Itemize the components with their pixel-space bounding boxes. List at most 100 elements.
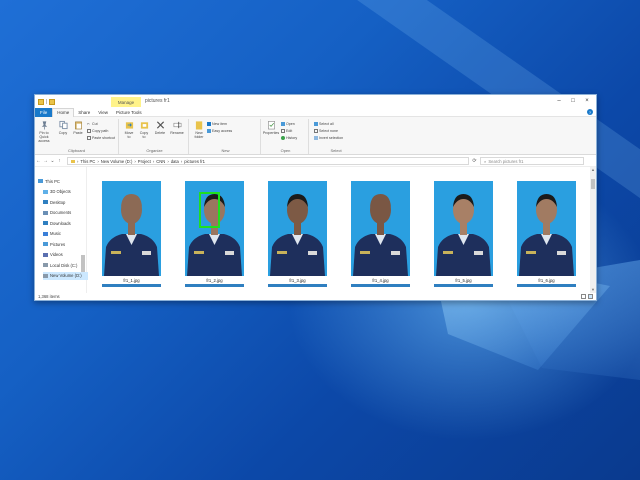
title-bar[interactable]: | Manage pictures fr1 – □ × xyxy=(35,95,596,108)
history-button[interactable]: History xyxy=(281,135,297,140)
breadcrumb-separator[interactable]: › xyxy=(97,159,98,164)
easy-access-label: Easy access xyxy=(212,128,233,133)
ribbon-group-clipboard: Pin to Quick access Copy Paste ✂ Cut Copy… xyxy=(35,119,119,154)
up-arrow-icon[interactable]: ↑ xyxy=(56,157,63,166)
copy-button[interactable]: Copy xyxy=(57,120,69,135)
file-view: fr1_1.jpg fr1_2.jpg fr1_3.jpg fr1_4.jpg fr1_… xyxy=(88,167,596,293)
copy-to-icon xyxy=(140,122,148,129)
file-thumbnail[interactable]: fr1_1.jpg xyxy=(102,181,161,287)
ribbon-group-new: New folder New item Easy access New xyxy=(191,119,261,154)
select-none-icon xyxy=(314,128,318,133)
copy-path-button[interactable]: Copy path xyxy=(87,128,108,133)
scroll-thumb[interactable] xyxy=(591,179,595,189)
recent-chevron-icon[interactable]: ⌄ xyxy=(49,157,56,166)
scroll-up-icon[interactable]: ▲ xyxy=(590,167,596,173)
rename-button[interactable]: Rename xyxy=(170,120,184,135)
move-to-label: Move to xyxy=(124,131,134,139)
history-label: History xyxy=(286,135,298,140)
file-thumbnail[interactable]: fr1_2.jpg xyxy=(185,181,244,287)
tab-share[interactable]: Share xyxy=(74,108,94,117)
nav-item[interactable]: Music xyxy=(43,230,61,238)
refresh-icon[interactable]: ⟳ xyxy=(471,157,478,166)
download-icon xyxy=(43,221,48,225)
file-explorer-window: | Manage pictures fr1 – □ × File Home Sh… xyxy=(34,94,597,301)
nav-item[interactable]: Local Disk (C:) xyxy=(43,261,77,269)
open-button[interactable]: Open xyxy=(281,121,295,126)
large-icons-view-icon[interactable] xyxy=(588,294,593,299)
breadcrumb-item[interactable]: This PC xyxy=(80,159,95,164)
nav-item[interactable]: 3D Objects xyxy=(43,188,71,196)
nav-item[interactable]: Desktop xyxy=(43,198,65,206)
nav-item[interactable]: Downloads xyxy=(43,219,71,227)
breadcrumb-separator[interactable]: › xyxy=(77,159,78,164)
nav-item[interactable]: New Volume (D:) xyxy=(43,271,89,280)
nav-item-label: Local Disk (C:) xyxy=(50,262,78,268)
pin-label: Pin to Quick access xyxy=(38,131,50,143)
nav-item-label: 3D Objects xyxy=(50,189,71,194)
clipboard-icon xyxy=(74,121,82,130)
delete-label: Delete xyxy=(154,131,166,135)
tab-home[interactable]: Home xyxy=(52,107,75,117)
back-arrow-icon[interactable]: ← xyxy=(35,157,42,166)
thumbnail-underline xyxy=(351,284,410,287)
window-controls: – □ × xyxy=(552,96,594,106)
breadcrumb-separator[interactable]: › xyxy=(153,159,154,164)
copy-to-button[interactable]: Copy to xyxy=(138,120,150,139)
maximize-icon[interactable]: □ xyxy=(566,96,580,106)
nav-item[interactable]: Documents xyxy=(43,209,71,217)
breadcrumb-separator[interactable]: › xyxy=(181,159,182,164)
breadcrumb-item[interactable]: New Volume (D:) xyxy=(101,159,133,164)
invert-selection-icon xyxy=(314,135,318,140)
search-input[interactable]: ⌕ Search pictures fr1 xyxy=(480,157,584,165)
move-to-button[interactable]: Move to xyxy=(123,120,135,139)
select-none-label: Select none xyxy=(319,128,338,133)
file-thumbnail[interactable]: fr1_4.jpg xyxy=(351,181,410,287)
open-label: Open xyxy=(286,121,295,126)
ribbon-group-organize: Move to Copy to Delete Rename Organize xyxy=(121,119,189,154)
nav-item[interactable]: Videos xyxy=(43,251,63,259)
easy-access-button[interactable]: Easy access xyxy=(207,128,232,133)
paste-shortcut-button[interactable]: Paste shortcut xyxy=(87,135,115,140)
nav-item-label: Pictures xyxy=(50,241,66,247)
invert-selection-button[interactable]: Invert selection xyxy=(314,135,343,140)
breadcrumb-separator[interactable]: › xyxy=(167,159,168,164)
breadcrumb-item[interactable]: Project xyxy=(138,159,151,164)
breadcrumb-item[interactable]: data xyxy=(171,159,179,164)
nav-item[interactable]: Pictures xyxy=(43,240,65,248)
close-icon[interactable]: × xyxy=(580,96,594,106)
details-view-icon[interactable] xyxy=(581,294,586,299)
select-all-button[interactable]: Select all xyxy=(314,121,334,126)
minimize-icon[interactable]: – xyxy=(552,96,566,106)
delete-button[interactable]: Delete xyxy=(154,120,166,135)
new-group-label: New xyxy=(221,148,230,153)
tab-picture-tools[interactable]: Picture Tools xyxy=(112,108,146,117)
file-thumbnail[interactable]: fr1_5.jpg xyxy=(434,181,493,287)
content-scrollbar[interactable]: ▲ ▼ xyxy=(590,167,596,293)
rename-label: Rename xyxy=(170,131,184,135)
breadcrumb-item[interactable]: pictures fr1 xyxy=(184,159,205,164)
file-thumbnail[interactable]: fr1_3.jpg xyxy=(268,181,327,287)
help-icon[interactable]: ? xyxy=(587,109,593,115)
nav-item-label: New Volume (D:) xyxy=(50,273,82,278)
breadcrumb-item[interactable]: CNN xyxy=(156,159,165,164)
new-item-button[interactable]: New item xyxy=(207,121,227,126)
tab-manage[interactable]: Manage xyxy=(111,97,141,107)
paste-button[interactable]: Paste xyxy=(72,120,84,135)
tab-view[interactable]: View xyxy=(94,108,112,117)
nav-item[interactable]: This PC xyxy=(38,177,60,185)
breadcrumb-separator[interactable]: › xyxy=(134,159,135,164)
new-folder-button[interactable]: New folder xyxy=(193,120,205,139)
tab-file[interactable]: File xyxy=(35,107,53,117)
forward-arrow-icon[interactable]: → xyxy=(42,157,49,166)
nav-item-label: This PC xyxy=(45,178,60,184)
file-thumbnail[interactable]: fr1_6.jpg xyxy=(517,181,576,287)
history-icon xyxy=(281,135,285,140)
select-none-button[interactable]: Select none xyxy=(314,128,338,133)
cut-button[interactable]: ✂ Cut xyxy=(87,121,98,126)
path-input[interactable]: › This PC › New Volume (D:) › Project › CNN › dat… xyxy=(67,157,469,165)
thumbnail-underline xyxy=(517,284,576,287)
properties-button[interactable]: Properties xyxy=(263,120,279,135)
pin-quick-access-button[interactable]: Pin to Quick access xyxy=(38,120,50,143)
edit-button[interactable]: Edit xyxy=(281,128,292,133)
quick-folder-icon[interactable] xyxy=(49,98,56,105)
